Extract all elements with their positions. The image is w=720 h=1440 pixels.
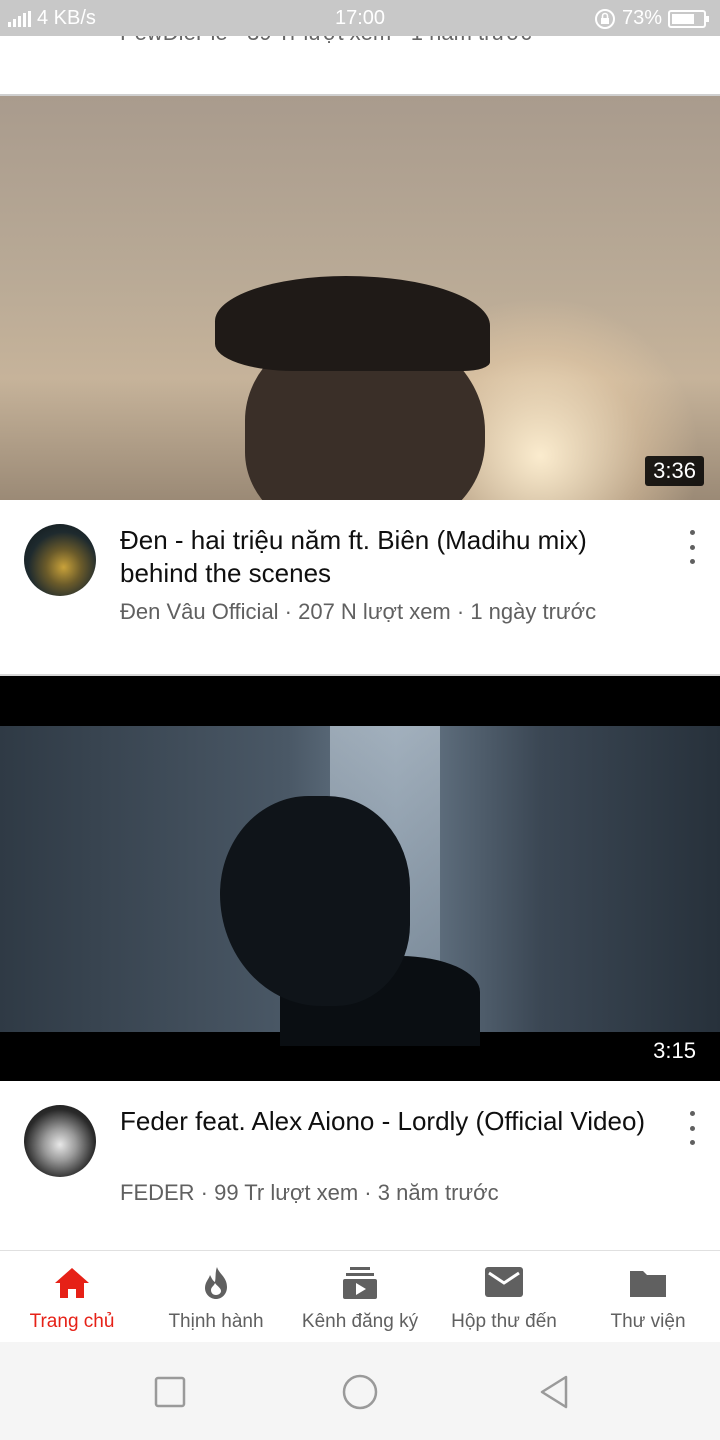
recent-apps-icon[interactable] xyxy=(150,1372,190,1412)
nav-label: Trang chủ xyxy=(29,1311,115,1332)
nav-label: Thịnh hành xyxy=(168,1311,264,1332)
more-options-icon[interactable] xyxy=(682,530,702,564)
system-navigation-bar xyxy=(0,1342,720,1440)
nav-label: Thư viện xyxy=(610,1311,686,1332)
video-title[interactable]: Feder feat. Alex Aiono - Lordly (Officia… xyxy=(120,1105,650,1138)
rotation-lock-icon xyxy=(594,8,615,29)
nav-home[interactable]: Trang chủ xyxy=(0,1251,144,1343)
status-bar: 4 KB/s 17:00 73% xyxy=(0,0,720,36)
channel-avatar[interactable] xyxy=(24,524,96,596)
channel-avatar[interactable] xyxy=(24,1105,96,1177)
folder-icon xyxy=(630,1271,666,1297)
nav-subscriptions[interactable]: Kênh đăng ký xyxy=(288,1251,432,1343)
video-meta[interactable]: Đen - hai triệu năm ft. Biên (Madihu mix… xyxy=(0,500,720,676)
video-meta[interactable]: Feder feat. Alex Aiono - Lordly (Officia… xyxy=(0,1081,720,1249)
duration-badge: 3:36 xyxy=(645,456,704,486)
battery-fill xyxy=(672,13,694,24)
more-options-icon[interactable] xyxy=(682,1111,702,1145)
video-thumbnail[interactable]: 3:36 xyxy=(0,96,720,500)
flame-icon xyxy=(205,1267,227,1299)
video-title[interactable]: Đen - hai triệu năm ft. Biên (Madihu mix… xyxy=(120,524,650,590)
back-icon[interactable] xyxy=(534,1372,574,1412)
home-icon xyxy=(55,1268,89,1298)
mail-icon xyxy=(485,1267,523,1297)
battery-icon xyxy=(668,9,709,28)
home-button-icon[interactable] xyxy=(340,1372,380,1412)
video-subline: Đen Vâu Official · 207 N lượt xem · 1 ng… xyxy=(120,599,597,624)
nav-inbox[interactable]: Hộp thư đến xyxy=(432,1251,576,1343)
battery-percent: 73% xyxy=(621,7,662,29)
duration-badge: 3:15 xyxy=(653,1038,696,1063)
subscriptions-icon xyxy=(343,1267,377,1299)
video-thumbnail[interactable]: 3:15 xyxy=(0,676,720,1081)
bottom-navigation: Trang chủ Thịnh hành Kênh đăng ký Hộp th… xyxy=(0,1250,720,1342)
nav-trending[interactable]: Thịnh hành xyxy=(144,1251,288,1343)
nav-library[interactable]: Thư viện xyxy=(576,1251,720,1343)
status-right: 73% xyxy=(594,7,709,30)
video-subline: FEDER · 99 Tr lượt xem · 3 năm trước xyxy=(120,1180,499,1205)
nav-label: Kênh đăng ký xyxy=(301,1311,419,1332)
nav-label: Hộp thư đến xyxy=(451,1311,557,1332)
